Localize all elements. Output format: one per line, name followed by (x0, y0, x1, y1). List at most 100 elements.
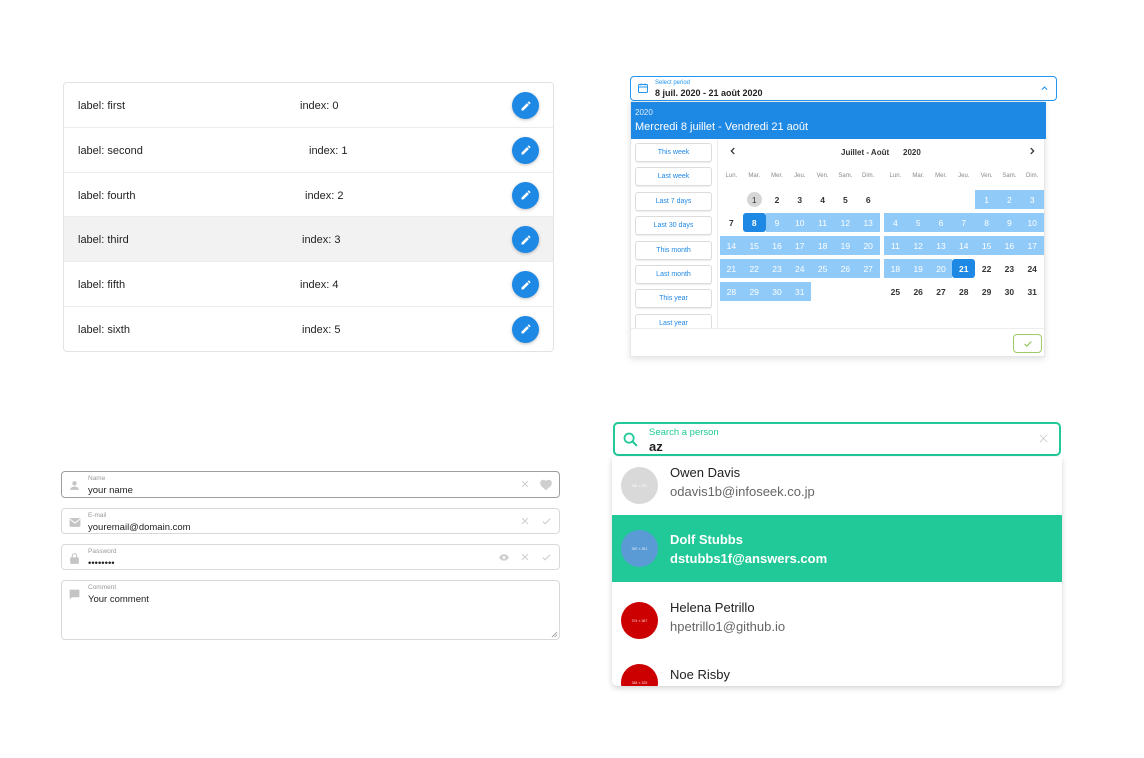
password-field[interactable]: Password •••••••• (61, 544, 560, 570)
eye-icon[interactable] (498, 552, 510, 563)
clear-icon[interactable] (520, 479, 530, 489)
calendar-day[interactable]: 5 (834, 190, 857, 209)
calendar-day[interactable]: 24 (788, 259, 812, 278)
preset-last-month[interactable]: Last month (635, 264, 712, 284)
resize-handle-icon[interactable] (551, 631, 558, 638)
list-item[interactable]: label: second index: 1 (64, 128, 553, 173)
result-item[interactable]: 387 × 351 Dolf Stubbs dstubbs1f@answers.… (612, 515, 1062, 582)
calendar-day[interactable]: 8 (975, 213, 998, 232)
clear-icon[interactable] (520, 552, 530, 562)
calendar-day[interactable]: 15 (742, 236, 766, 255)
picker-header-year[interactable]: 2020 (635, 108, 653, 117)
chevron-right-icon[interactable] (1027, 146, 1037, 156)
calendar-day[interactable]: 4 (811, 190, 834, 209)
calendar-day[interactable]: 19 (906, 259, 930, 278)
list-item[interactable]: label: third index: 3 (64, 217, 553, 263)
calendar-day[interactable]: 30 (765, 282, 789, 301)
calendar-day[interactable]: 22 (742, 259, 766, 278)
result-item[interactable]: 384 × 325 Noe Risby (612, 659, 1062, 686)
calendar-day[interactable]: 29 (742, 282, 766, 301)
preset-last-week[interactable]: Last week (635, 167, 712, 187)
list-item[interactable]: label: sixth index: 5 (64, 307, 553, 351)
preset-last-30-days[interactable]: Last 30 days (635, 216, 712, 236)
calendar-day[interactable]: 28 (720, 282, 743, 301)
calendar-day[interactable]: 17 (1020, 236, 1044, 255)
calendar-day[interactable]: 31 (788, 282, 812, 301)
name-field[interactable]: Name your name (61, 471, 560, 498)
calendar-day[interactable]: 9 (998, 213, 1021, 232)
calendar-day[interactable]: 2 (998, 190, 1021, 209)
calendar-day[interactable]: 11 (811, 213, 834, 232)
calendar-day[interactable]: 1 (975, 190, 998, 209)
calendar-day[interactable]: 21 (720, 259, 743, 278)
calendar-day[interactable]: 16 (998, 236, 1021, 255)
edit-button[interactable] (512, 181, 539, 209)
chevron-left-icon[interactable] (728, 146, 738, 156)
email-input[interactable]: youremail@domain.com (88, 522, 191, 533)
calendar-day[interactable]: 10 (788, 213, 812, 232)
calendar-day[interactable]: 2 (766, 190, 789, 209)
edit-button[interactable] (512, 271, 539, 299)
calendar-day[interactable]: 8 (742, 213, 766, 232)
name-input[interactable]: your name (88, 485, 133, 496)
preset-this-month[interactable]: This month (635, 240, 712, 260)
calendar-day[interactable]: 24 (1021, 259, 1044, 278)
calendar-day[interactable]: 31 (1021, 282, 1044, 301)
calendar-day[interactable]: 25 (884, 282, 907, 301)
calendar-day[interactable]: 7 (720, 213, 743, 232)
calendar-day[interactable]: 27 (856, 259, 880, 278)
calendar-day[interactable]: 30 (998, 282, 1021, 301)
result-item[interactable]: 384 × 251 Owen Davis odavis1b@infoseek.c… (612, 457, 1062, 524)
heart-icon[interactable] (539, 478, 553, 492)
person-search-field[interactable]: Search a person az (613, 422, 1061, 456)
preset-last-7-days[interactable]: Last 7 days (635, 191, 712, 211)
calendar-day[interactable]: 23 (765, 259, 789, 278)
calendar-day[interactable]: 6 (857, 190, 880, 209)
preset-this-year[interactable]: This year (635, 289, 712, 309)
calendar-day[interactable]: 20 (856, 236, 880, 255)
edit-button[interactable] (512, 136, 539, 164)
calendar-day[interactable]: 12 (834, 213, 857, 232)
calendar-day[interactable]: 9 (765, 213, 789, 232)
calendar-day[interactable]: 22 (975, 259, 998, 278)
search-input[interactable]: az (649, 439, 663, 454)
confirm-button[interactable] (1013, 334, 1042, 353)
preset-last-year[interactable]: Last year (635, 313, 712, 328)
comment-input[interactable]: Your comment (88, 594, 149, 605)
clear-icon[interactable] (1038, 433, 1049, 444)
calendar-day[interactable]: 12 (906, 236, 930, 255)
calendar-day[interactable]: 18 (811, 236, 834, 255)
calendar-day[interactable]: 21 (952, 259, 976, 278)
period-field[interactable]: Select period 8 juil. 2020 - 21 août 202… (630, 76, 1057, 101)
result-item[interactable]: 374 × 367 Helena Petrillo hpetrillo1@git… (612, 592, 1062, 659)
calendar-day[interactable]: 1 (743, 190, 766, 209)
chevron-up-icon[interactable] (1040, 84, 1049, 93)
clear-icon[interactable] (520, 516, 530, 526)
password-input[interactable]: •••••••• (88, 558, 115, 569)
calendar-day[interactable]: 25 (811, 259, 834, 278)
calendar-year[interactable]: 2020 (903, 148, 921, 157)
calendar-day[interactable]: 23 (998, 259, 1021, 278)
calendar-day[interactable]: 29 (975, 282, 998, 301)
calendar-day[interactable]: 7 (952, 213, 976, 232)
list-item[interactable]: label: first index: 0 (64, 83, 553, 128)
calendar-day[interactable]: 28 (952, 282, 975, 301)
email-field[interactable]: E-mail youremail@domain.com (61, 508, 560, 534)
calendar-day[interactable]: 26 (834, 259, 857, 278)
calendar-day[interactable]: 26 (907, 282, 930, 301)
calendar-day[interactable]: 3 (788, 190, 811, 209)
calendar-day[interactable]: 4 (884, 213, 907, 232)
calendar-day[interactable]: 10 (1020, 213, 1044, 232)
edit-button[interactable] (512, 226, 539, 254)
comment-field[interactable]: Comment Your comment (61, 580, 560, 640)
calendar-day[interactable]: 17 (788, 236, 812, 255)
calendar-day[interactable]: 20 (929, 259, 953, 278)
calendar-day[interactable]: 27 (930, 282, 953, 301)
calendar-day[interactable]: 16 (765, 236, 789, 255)
preset-this-week[interactable]: This week (635, 143, 712, 162)
list-item[interactable]: label: fifth index: 4 (64, 262, 553, 307)
calendar-day[interactable]: 15 (975, 236, 998, 255)
list-item[interactable]: label: fourth index: 2 (64, 173, 553, 218)
calendar-day[interactable]: 13 (929, 236, 953, 255)
calendar-day[interactable]: 14 (720, 236, 743, 255)
